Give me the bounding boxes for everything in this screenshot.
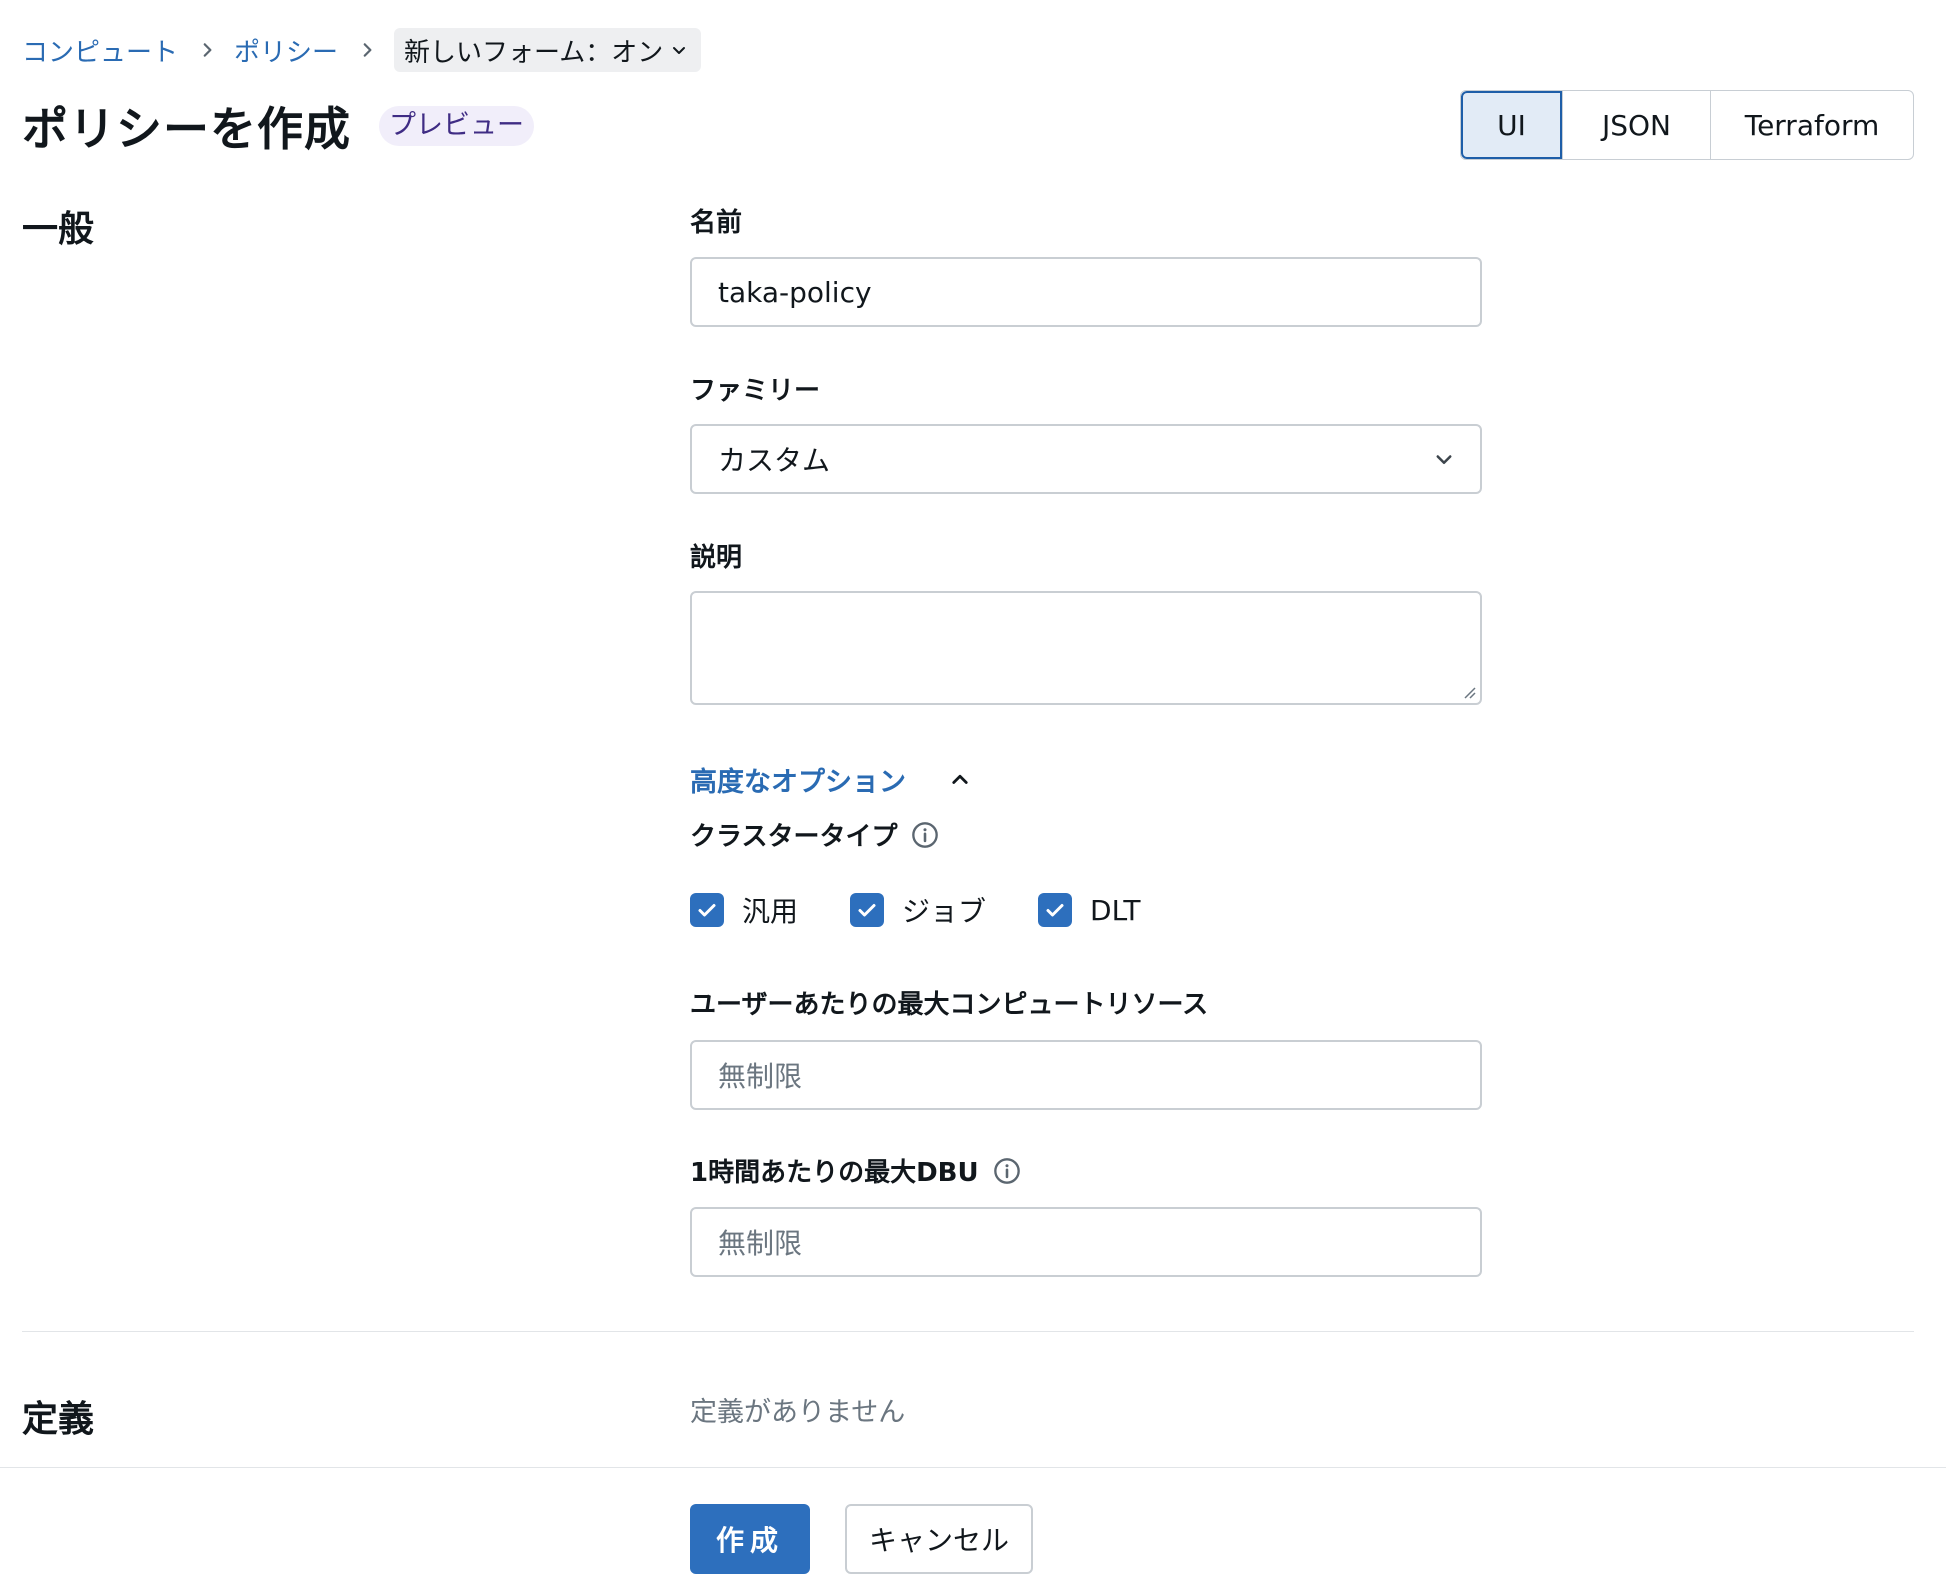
cluster-type-label: クラスタータイプ bbox=[690, 822, 898, 852]
cluster-type-all-purpose-checkbox[interactable]: 汎用 bbox=[690, 890, 798, 930]
name-label: 名前 bbox=[690, 208, 743, 238]
name-input[interactable]: taka-policy bbox=[690, 257, 1482, 327]
advanced-options-label: 高度なオプション bbox=[690, 767, 906, 798]
max-compute-input[interactable]: 無制限 bbox=[690, 1040, 1482, 1110]
max-compute-placeholder: 無制限 bbox=[718, 1060, 803, 1093]
checkbox-label: 汎用 bbox=[742, 895, 799, 928]
max-dbu-input[interactable]: 無制限 bbox=[690, 1207, 1482, 1277]
chevron-right-icon bbox=[358, 41, 376, 59]
name-input-value: taka-policy bbox=[718, 275, 872, 309]
breadcrumb: コンピュート ポリシー 新しいフォーム：オン bbox=[22, 28, 702, 72]
view-mode-ui-button[interactable]: UI bbox=[1461, 91, 1562, 159]
description-label: 説明 bbox=[690, 543, 743, 573]
breadcrumb-policies-link[interactable]: ポリシー bbox=[234, 32, 338, 69]
max-dbu-placeholder: 無制限 bbox=[718, 1227, 803, 1260]
description-textarea[interactable] bbox=[690, 591, 1482, 705]
cluster-type-checkboxes: 汎用 ジョブ DLT bbox=[690, 890, 1192, 930]
checkbox-label: DLT bbox=[1090, 893, 1141, 927]
create-button[interactable]: 作成 bbox=[690, 1504, 810, 1574]
cluster-type-job-checkbox[interactable]: ジョブ bbox=[850, 890, 986, 930]
family-select-value: カスタム bbox=[718, 444, 831, 477]
section-divider bbox=[22, 1331, 1914, 1332]
max-dbu-label: 1時間あたりの最大DBU bbox=[690, 1158, 979, 1188]
footer-divider bbox=[0, 1467, 1946, 1468]
page-header: ポリシーを作成 プレビュー bbox=[22, 96, 534, 156]
no-definitions-text: 定義がありません bbox=[690, 1397, 906, 1428]
page-title: ポリシーを作成 bbox=[22, 102, 351, 156]
family-label: ファミリー bbox=[690, 376, 821, 406]
advanced-options-toggle[interactable]: 高度なオプション bbox=[690, 760, 970, 799]
cluster-type-heading: クラスタータイプ bbox=[690, 816, 939, 853]
checkbox-checked bbox=[1038, 893, 1073, 927]
checkbox-checked bbox=[850, 893, 885, 927]
chevron-down-icon bbox=[1436, 455, 1452, 464]
view-mode-terraform-button[interactable]: Terraform bbox=[1710, 91, 1913, 159]
chevron-up-icon bbox=[952, 774, 968, 784]
cluster-type-dlt-checkbox[interactable]: DLT bbox=[1038, 893, 1140, 927]
definitions-section-title: 定義 bbox=[22, 1399, 95, 1440]
family-select[interactable]: カスタム bbox=[690, 424, 1482, 494]
new-form-toggle-dropdown[interactable]: 新しいフォーム：オン bbox=[394, 28, 702, 72]
view-mode-json-button[interactable]: JSON bbox=[1562, 91, 1710, 159]
cancel-button[interactable]: キャンセル bbox=[845, 1504, 1033, 1574]
checkmark-icon bbox=[858, 904, 876, 917]
chevron-down-icon bbox=[673, 47, 686, 54]
checkbox-label: ジョブ bbox=[902, 895, 987, 928]
breadcrumb-compute-link[interactable]: コンピュート bbox=[22, 32, 178, 69]
info-icon[interactable] bbox=[911, 821, 939, 849]
checkmark-icon bbox=[698, 904, 716, 917]
create-policy-page: コンピュート ポリシー 新しいフォーム：オン ポリシーを作成 プレビュー UI … bbox=[0, 0, 1946, 1592]
chevron-right-icon bbox=[198, 41, 216, 59]
resize-handle-icon[interactable] bbox=[1460, 683, 1476, 699]
preview-badge: プレビュー bbox=[379, 106, 534, 146]
max-compute-label: ユーザーあたりの最大コンピュートリソース bbox=[690, 990, 1209, 1020]
view-mode-toggle: UI JSON Terraform bbox=[1460, 90, 1914, 160]
new-form-toggle-label: 新しいフォーム：オン bbox=[404, 37, 664, 68]
general-section-title: 一般 bbox=[22, 209, 95, 250]
info-icon[interactable] bbox=[993, 1157, 1021, 1185]
max-dbu-heading: 1時間あたりの最大DBU bbox=[690, 1152, 1021, 1189]
checkmark-icon bbox=[1046, 904, 1064, 917]
checkbox-checked bbox=[690, 893, 724, 927]
